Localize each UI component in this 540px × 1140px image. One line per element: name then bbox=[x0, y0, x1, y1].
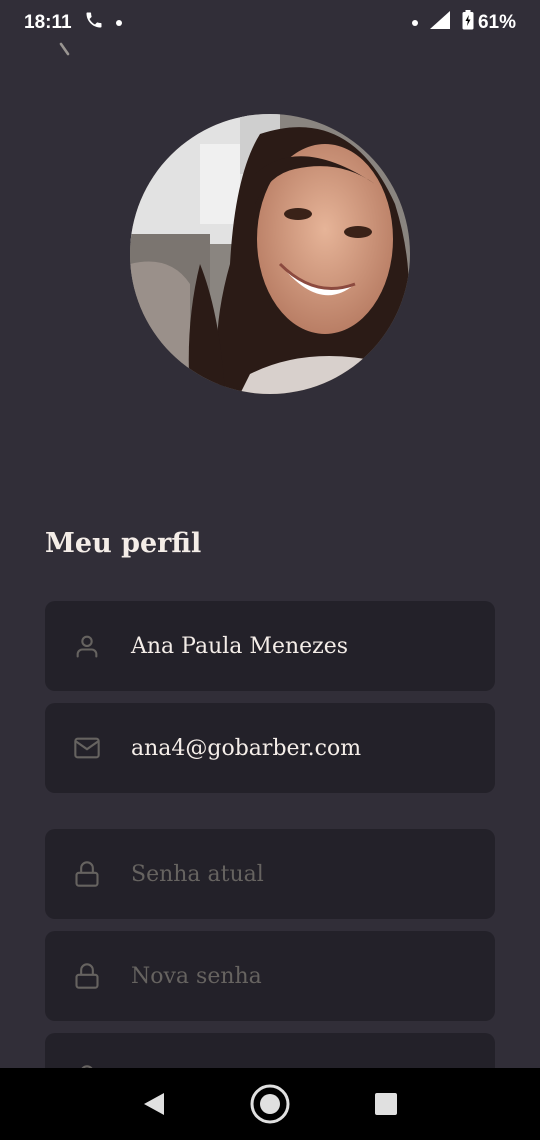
status-time: 18:11 bbox=[24, 12, 72, 33]
navigation-bar bbox=[0, 1068, 540, 1140]
email-input[interactable]: ana4@gobarber.com bbox=[131, 736, 361, 761]
avatar[interactable] bbox=[130, 114, 410, 394]
name-input[interactable]: Ana Paula Menezes bbox=[131, 634, 348, 659]
circle-home-icon[interactable] bbox=[249, 1083, 291, 1125]
mail-icon bbox=[74, 737, 100, 759]
lock-icon bbox=[75, 861, 99, 887]
status-right: 61% bbox=[411, 10, 516, 36]
triangle-back-icon[interactable] bbox=[142, 1091, 166, 1117]
lock-icon bbox=[75, 963, 99, 989]
phone-icon bbox=[84, 10, 104, 36]
signal-icon bbox=[429, 11, 450, 35]
name-field[interactable]: Ana Paula Menezes bbox=[45, 601, 495, 691]
new-password-input[interactable]: Nova senha bbox=[131, 964, 262, 989]
status-left: 18:11 bbox=[24, 10, 122, 36]
battery-percent: 61% bbox=[477, 12, 516, 33]
status-bar: 18:11 61% bbox=[0, 0, 540, 46]
battery-icon bbox=[462, 10, 474, 36]
new-password-field[interactable]: Nova senha bbox=[45, 931, 495, 1021]
current-password-input[interactable]: Senha atual bbox=[131, 862, 264, 887]
chevron-left-icon bbox=[59, 42, 70, 56]
notification-dot bbox=[115, 20, 122, 26]
user-icon bbox=[76, 635, 98, 658]
square-recents-icon[interactable] bbox=[374, 1092, 398, 1116]
notification-dot-right bbox=[411, 20, 418, 26]
back-button[interactable] bbox=[52, 42, 76, 62]
current-password-field[interactable]: Senha atual bbox=[45, 829, 495, 919]
page-title: Meu perfil bbox=[45, 528, 202, 559]
avatar-photo bbox=[130, 114, 410, 394]
email-field[interactable]: ana4@gobarber.com bbox=[45, 703, 495, 793]
